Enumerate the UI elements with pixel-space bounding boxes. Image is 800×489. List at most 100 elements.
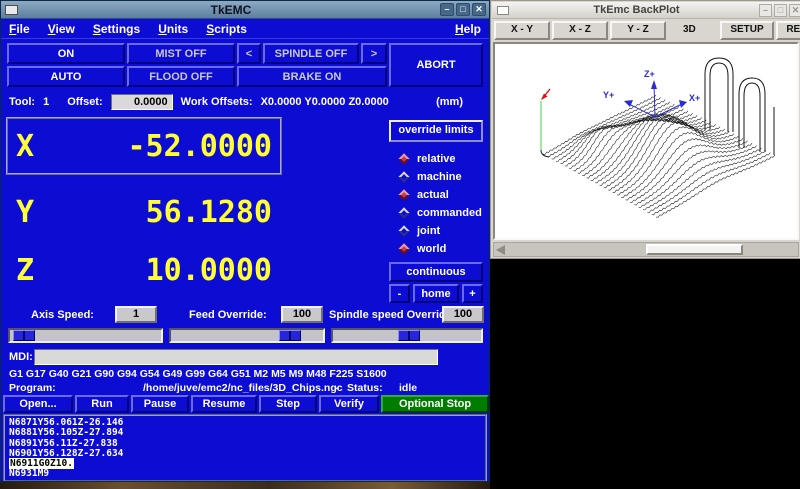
slider-handle[interactable] — [398, 330, 420, 341]
close-icon[interactable]: ✕ — [789, 4, 800, 17]
machine-toggle-grid: ON MIST OFF < SPINDLE OFF > ABORT AUTO F… — [7, 43, 483, 89]
pause-button[interactable]: Pause — [131, 395, 189, 413]
spindle-button[interactable]: SPINDLE OFF — [263, 43, 359, 64]
step-button[interactable]: Step — [259, 395, 317, 413]
maximize-icon[interactable]: □ — [774, 4, 787, 17]
view-yz-button[interactable]: Y - Z — [610, 21, 666, 40]
mist-button[interactable]: MIST OFF — [127, 43, 235, 64]
menu-settings[interactable]: Settings — [93, 22, 140, 36]
view-3d-button[interactable]: 3D — [683, 24, 696, 35]
radio-diamond-icon — [398, 171, 409, 182]
tkemc-titlebar[interactable]: TkEMC – □ ✕ — [1, 1, 489, 19]
axis-speed-slider[interactable] — [8, 328, 163, 343]
dro-axis-value: -52.0000 — [128, 129, 273, 164]
close-icon[interactable]: ✕ — [472, 3, 486, 16]
radio-label: relative — [417, 153, 456, 165]
jog-minus-button[interactable]: - — [389, 284, 410, 303]
override-limits-button[interactable]: override limits — [389, 120, 483, 142]
axis-speed-label: Axis Speed: — [31, 309, 94, 321]
window-icon — [497, 6, 509, 15]
radio-label: actual — [417, 189, 449, 201]
radio-diamond-icon — [398, 153, 409, 164]
dro-row[interactable]: X -52.0000 — [6, 117, 282, 175]
open-button[interactable]: Open... — [3, 395, 73, 413]
horizontal-scrollbar[interactable] — [493, 242, 799, 257]
backplot-titlebar[interactable]: TkEmc BackPlot – □ ✕ — [492, 2, 800, 19]
backplot-canvas[interactable]: Z+ Y+ X+ — [493, 42, 799, 240]
scroll-left-icon[interactable] — [496, 245, 505, 255]
menu-units[interactable]: Units — [158, 22, 188, 36]
menu-file[interactable]: File — [9, 22, 30, 36]
radio-label: world — [417, 243, 446, 255]
dro-axis-letter: X — [16, 129, 34, 164]
menu-view[interactable]: View — [48, 22, 75, 36]
maximize-icon[interactable]: □ — [456, 3, 470, 16]
menu-help[interactable]: Help — [455, 22, 481, 36]
dro-axis-letter: Z — [16, 253, 34, 288]
z-axis-label: Z+ — [644, 69, 655, 79]
radio-label: joint — [417, 225, 440, 237]
resume-button[interactable]: Resume — [191, 395, 257, 413]
active-gcodes: G1 G17 G40 G21 G90 G94 G54 G49 G99 G64 G… — [9, 368, 387, 380]
window-icon — [5, 5, 18, 15]
slider-handle[interactable] — [279, 330, 301, 341]
radio-diamond-icon — [398, 225, 409, 236]
y-axis-label: Y+ — [603, 90, 614, 100]
desktop: TkEMC – □ ✕ File View Settings Units Scr… — [0, 0, 800, 489]
view-radio[interactable]: commanded — [400, 205, 482, 221]
radio-diamond-icon — [398, 207, 409, 218]
minimize-icon[interactable]: – — [759, 4, 772, 17]
flood-button[interactable]: FLOOD OFF — [127, 66, 235, 87]
view-xz-button[interactable]: X - Z — [552, 21, 608, 40]
feed-override-slider[interactable] — [169, 328, 325, 343]
mdi-input[interactable] — [34, 349, 438, 365]
minimize-icon[interactable]: – — [440, 3, 454, 16]
verify-button[interactable]: Verify — [319, 395, 379, 413]
view-radio[interactable]: joint — [400, 223, 440, 239]
brake-button[interactable]: BRAKE ON — [237, 66, 387, 87]
backplot-window: TkEmc BackPlot – □ ✕ X - Y X - Z Y - Z 3… — [490, 0, 800, 259]
view-radio[interactable]: actual — [400, 187, 449, 203]
abort-button[interactable]: ABORT — [389, 43, 483, 87]
program-label: Program: — [9, 382, 56, 394]
radio-label: commanded — [417, 207, 482, 219]
view-radio[interactable]: relative — [400, 151, 456, 167]
axis-triad: Z+ Y+ X+ — [603, 69, 700, 117]
feed-override-label: Feed Override: — [189, 309, 267, 321]
listing-line: N6901Y56.128Z-27.634 — [9, 449, 481, 459]
spindle-override-label: Spindle speed Override: — [329, 309, 456, 321]
spindle-increase-button[interactable]: > — [361, 43, 387, 64]
dro-axis-letter: Y — [16, 195, 34, 230]
view-radio[interactable]: world — [400, 241, 446, 257]
toolpath-arches — [705, 58, 774, 155]
radio-diamond-icon — [398, 189, 409, 200]
dro-row[interactable]: Z 10.0000 — [6, 249, 282, 291]
offset-entry[interactable]: 0.0000 — [111, 94, 173, 110]
optional-stop-button[interactable]: Optional Stop — [381, 395, 489, 413]
setup-button[interactable]: SETUP — [720, 21, 774, 40]
machine-on-button[interactable]: ON — [7, 43, 125, 64]
spindle-override-slider[interactable] — [331, 328, 483, 343]
program-listing[interactable]: N6871Y56.061Z-26.146N6881Y56.105Z-27.894… — [3, 414, 487, 482]
jog-increment-button[interactable]: continuous — [389, 262, 483, 282]
work-offsets-label: Work Offsets: — [181, 96, 253, 108]
spindle-decrease-button[interactable]: < — [237, 43, 261, 64]
view-xy-button[interactable]: X - Y — [494, 21, 550, 40]
toolpath-raster — [543, 95, 775, 217]
mode-auto-button[interactable]: AUTO — [7, 66, 125, 87]
dro-axis-value: 56.1280 — [146, 195, 272, 230]
scrollbar-thumb[interactable] — [646, 244, 743, 255]
status-value: idle — [399, 382, 417, 394]
window-title: TkEmc BackPlot — [514, 4, 759, 16]
radio-diamond-icon — [398, 243, 409, 254]
view-radio[interactable]: machine — [400, 169, 462, 185]
reset-button[interactable]: RESET — [776, 21, 800, 40]
run-button[interactable]: Run — [75, 395, 129, 413]
menu-scripts[interactable]: Scripts — [206, 22, 247, 36]
feed-override-value: 100 — [281, 306, 323, 323]
home-button[interactable]: home — [413, 284, 459, 303]
dro-row[interactable]: Y 56.1280 — [6, 191, 282, 233]
slider-handle[interactable] — [13, 330, 35, 341]
jog-plus-button[interactable]: + — [462, 284, 483, 303]
desktop-wallpaper-strip — [0, 482, 490, 489]
